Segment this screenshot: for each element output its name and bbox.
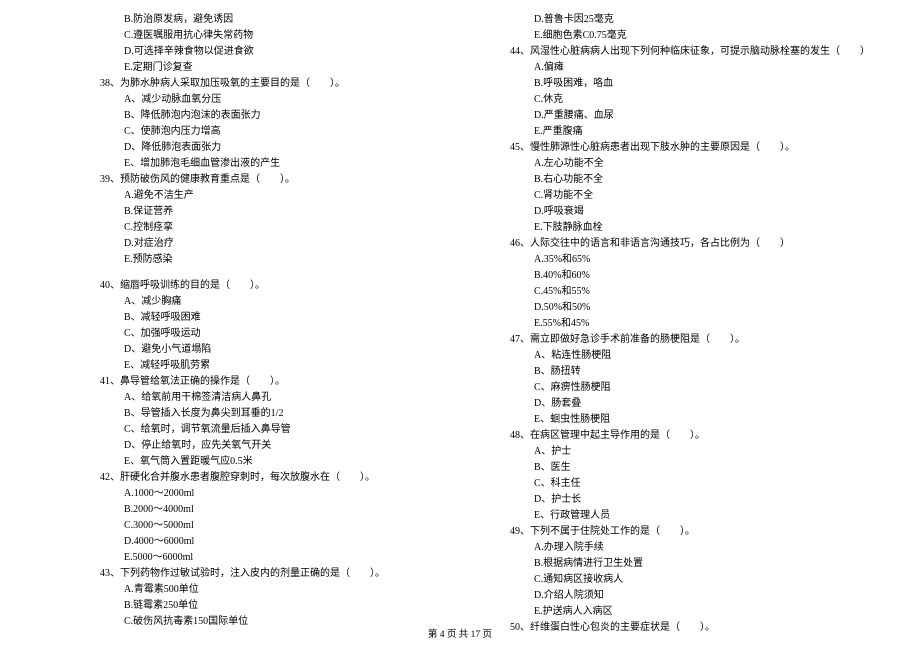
option-text: D.对症治疗 bbox=[100, 236, 400, 252]
option-text: D.严重腰痛、血尿 bbox=[510, 108, 870, 124]
option-text: B.2000～4000ml bbox=[100, 502, 400, 518]
option-text: E.下肢静脉血栓 bbox=[510, 220, 870, 236]
option-text: B.根据病情进行卫生处置 bbox=[510, 556, 870, 572]
option-text: D.介绍人院须知 bbox=[510, 588, 870, 604]
option-text: E.定期门诊复查 bbox=[100, 60, 400, 76]
option-text: D、护士长 bbox=[510, 492, 870, 508]
option-text: C.通知病区接收病人 bbox=[510, 572, 870, 588]
option-text: B、肠扭转 bbox=[510, 364, 870, 380]
option-text: B.防治原发病，避免诱因 bbox=[100, 12, 400, 28]
option-text: A、减少胸痛 bbox=[100, 294, 400, 310]
spacer bbox=[100, 268, 400, 278]
question-text: 47、需立即做好急诊手术前准备的肠梗阻是（ ）。 bbox=[510, 332, 870, 348]
option-text: E.预防感染 bbox=[100, 252, 400, 268]
right-column: D.普鲁卡因25毫克E.细胞色素C0.75毫克44、风湿性心脏病病人出现下列何种… bbox=[430, 12, 920, 622]
option-text: A.1000～2000ml bbox=[100, 486, 400, 502]
option-text: D.50%和50% bbox=[510, 300, 870, 316]
option-text: E、蛔虫性肠梗阻 bbox=[510, 412, 870, 428]
question-text: 40、缩唇呼吸训练的目的是（ ）。 bbox=[100, 278, 400, 294]
option-text: C、给氧时，调节氧流量后插入鼻导管 bbox=[100, 422, 400, 438]
option-text: A、给氧前用干棉签清洁病人鼻孔 bbox=[100, 390, 400, 406]
option-text: C.3000～5000ml bbox=[100, 518, 400, 534]
option-text: A.青霉素500单位 bbox=[100, 582, 400, 598]
option-text: A.左心功能不全 bbox=[510, 156, 870, 172]
page-footer: 第 4 页 共 17 页 bbox=[0, 626, 920, 640]
option-text: C.肾功能不全 bbox=[510, 188, 870, 204]
option-text: A.35%和65% bbox=[510, 252, 870, 268]
option-text: C.控制痉挛 bbox=[100, 220, 400, 236]
option-text: C、科主任 bbox=[510, 476, 870, 492]
option-text: B.40%和60% bbox=[510, 268, 870, 284]
question-text: 44、风湿性心脏病病人出现下列何种临床征象，可提示脑动脉栓塞的发生（ ） bbox=[510, 44, 870, 60]
option-text: C.45%和55% bbox=[510, 284, 870, 300]
option-text: E.55%和45% bbox=[510, 316, 870, 332]
option-text: B.链霉素250单位 bbox=[100, 598, 400, 614]
option-text: E、行政管理人员 bbox=[510, 508, 870, 524]
option-text: E.5000～6000ml bbox=[100, 550, 400, 566]
option-text: A、减少动脉血氧分压 bbox=[100, 92, 400, 108]
option-text: E.护送病人入病区 bbox=[510, 604, 870, 620]
option-text: A.办理入院手续 bbox=[510, 540, 870, 556]
option-text: A.避免不洁生产 bbox=[100, 188, 400, 204]
option-text: B、降低肺泡内泡沫的表面张力 bbox=[100, 108, 400, 124]
option-text: A、护士 bbox=[510, 444, 870, 460]
question-text: 49、下列不属于住院处工作的是（ ）。 bbox=[510, 524, 870, 540]
option-text: E、氧气筒入置距暖气应0.5米 bbox=[100, 454, 400, 470]
option-text: D、降低肺泡表面张力 bbox=[100, 140, 400, 156]
option-text: C、使肺泡内压力增高 bbox=[100, 124, 400, 140]
option-text: E、增加肺泡毛细血管渗出液的产生 bbox=[100, 156, 400, 172]
option-text: D.普鲁卡因25毫克 bbox=[510, 12, 870, 28]
option-text: C、加强呼吸运动 bbox=[100, 326, 400, 342]
option-text: C.遵医嘱服用抗心律失常药物 bbox=[100, 28, 400, 44]
option-text: B、医生 bbox=[510, 460, 870, 476]
question-text: 45、慢性肺源性心脏病患者出现下肢水肿的主要原因是（ ）。 bbox=[510, 140, 870, 156]
option-text: B.右心功能不全 bbox=[510, 172, 870, 188]
option-text: E.细胞色素C0.75毫克 bbox=[510, 28, 870, 44]
option-text: B.保证营养 bbox=[100, 204, 400, 220]
option-text: B、导管插入长度为鼻尖到耳垂的1/2 bbox=[100, 406, 400, 422]
option-text: D.可选择辛辣食物以促进食欲 bbox=[100, 44, 400, 60]
question-text: 46、人际交往中的语言和非语言沟通技巧，各占比例为（ ） bbox=[510, 236, 870, 252]
left-column: B.防治原发病，避免诱因C.遵医嘱服用抗心律失常药物D.可选择辛辣食物以促进食欲… bbox=[0, 12, 430, 622]
question-text: 43、下列药物作过敏试验时，注入皮内的剂量正确的是（ ）。 bbox=[100, 566, 400, 582]
option-text: D.呼吸衰竭 bbox=[510, 204, 870, 220]
question-text: 38、为肺水肿病人采取加压吸氧的主要目的是（ ）。 bbox=[100, 76, 400, 92]
option-text: B、减轻呼吸困难 bbox=[100, 310, 400, 326]
option-text: A.偏瘫 bbox=[510, 60, 870, 76]
option-text: E、减轻呼吸肌劳累 bbox=[100, 358, 400, 374]
option-text: B.呼吸困难，咯血 bbox=[510, 76, 870, 92]
option-text: C、麻痹性肠梗阻 bbox=[510, 380, 870, 396]
option-text: D、肠套叠 bbox=[510, 396, 870, 412]
page-container: B.防治原发病，避免诱因C.遵医嘱服用抗心律失常药物D.可选择辛辣食物以促进食欲… bbox=[0, 0, 920, 650]
option-text: D、避免小气道塌陷 bbox=[100, 342, 400, 358]
question-text: 48、在病区管理中起主导作用的是（ ）。 bbox=[510, 428, 870, 444]
option-text: C.休克 bbox=[510, 92, 870, 108]
question-text: 39、预防破伤风的健康教育重点是（ ）。 bbox=[100, 172, 400, 188]
option-text: E.严重腹痛 bbox=[510, 124, 870, 140]
option-text: D.4000～6000ml bbox=[100, 534, 400, 550]
option-text: A、粘连性肠梗阻 bbox=[510, 348, 870, 364]
question-text: 41、鼻导管给氧法正确的操作是（ ）。 bbox=[100, 374, 400, 390]
option-text: D、停止给氧时，应先关氧气开关 bbox=[100, 438, 400, 454]
question-text: 42、肝硬化合并腹水患者腹腔穿刺时，每次放腹水在（ ）。 bbox=[100, 470, 400, 486]
